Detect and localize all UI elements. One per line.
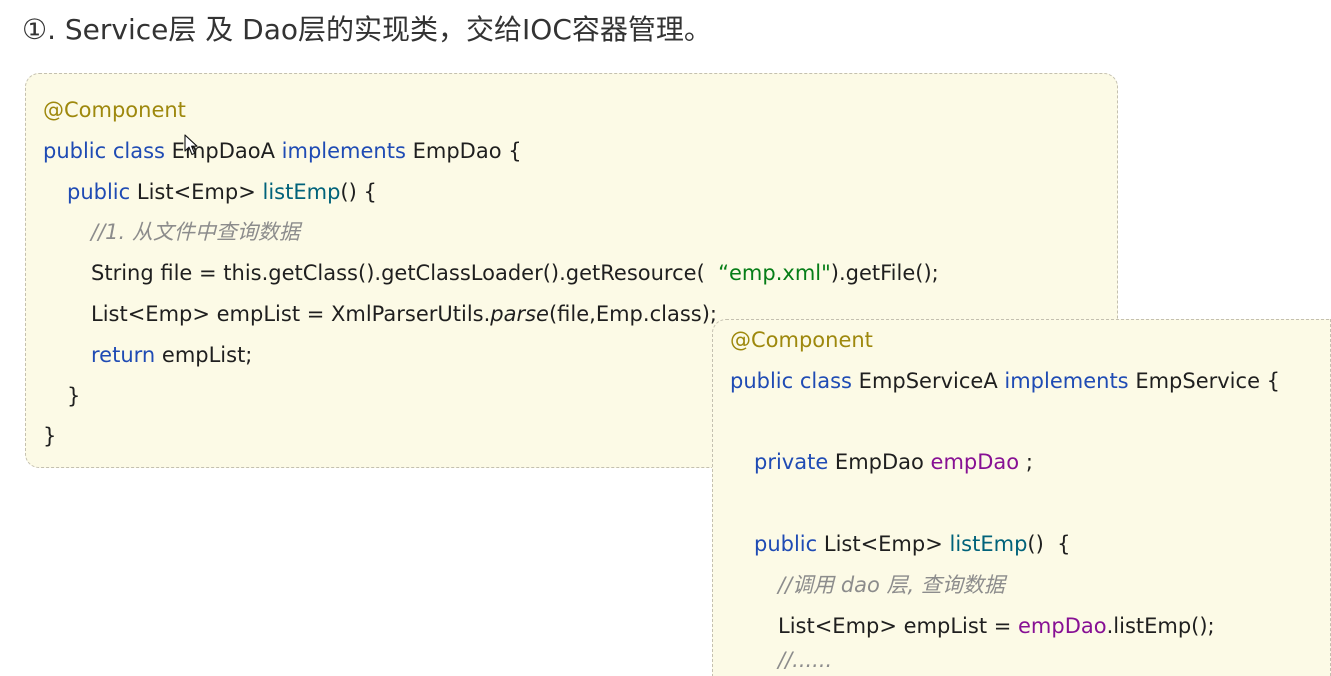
annotation-token: @Component bbox=[43, 98, 186, 122]
code-line: //1. 从文件中查询数据 bbox=[43, 212, 1117, 253]
static-method-token: parse bbox=[490, 301, 549, 326]
field-token: empDao bbox=[1018, 613, 1107, 638]
interface-name-token: EmpDao { bbox=[405, 138, 522, 163]
code-line: List<Emp> empList = empDao .listEmp(); bbox=[730, 606, 1330, 647]
mouse-pointer-icon bbox=[184, 134, 198, 156]
keyword-token: implements bbox=[1004, 368, 1129, 393]
keyword-token: public class bbox=[730, 368, 852, 393]
code-line: public class EmpServiceA implements EmpS… bbox=[730, 361, 1330, 402]
method-name-token: listEmp bbox=[949, 531, 1028, 556]
string-literal-token: “emp.xml" bbox=[718, 261, 831, 286]
comment-token: //...... bbox=[778, 648, 833, 673]
code-line: private EmpDao empDao ; bbox=[730, 442, 1330, 483]
code-line: public List<Emp> listEmp () { bbox=[43, 172, 1117, 213]
comment-token: //调用 dao 层, 查询数据 bbox=[778, 572, 1005, 597]
code-text-token: (file,Emp.class); bbox=[548, 301, 717, 326]
code-line: @Component bbox=[43, 90, 1117, 131]
code-text-token: .listEmp(); bbox=[1106, 613, 1215, 638]
interface-name-token: EmpService { bbox=[1128, 368, 1281, 393]
type-token: EmpDao bbox=[828, 450, 931, 475]
code-line: //...... bbox=[730, 646, 1330, 674]
blank-code-line bbox=[730, 483, 1330, 524]
service-code-box: @Component public class EmpServiceA impl… bbox=[712, 319, 1331, 676]
type-token: List<Emp> bbox=[130, 179, 263, 204]
code-text-token: () { bbox=[340, 179, 377, 204]
slide-heading: ①. Service层 及 Dao层的实现类，交给IOC容器管理。 bbox=[22, 13, 712, 46]
code-line: public List<Emp> listEmp () { bbox=[730, 524, 1330, 565]
code-line: public class EmpDaoA implements EmpDao { bbox=[43, 131, 1117, 172]
code-text-token: ).getFile(); bbox=[830, 261, 939, 286]
keyword-token: public bbox=[67, 179, 131, 204]
annotation-token: @Component bbox=[730, 328, 873, 352]
code-line: String file = this.getClass().getClassLo… bbox=[43, 253, 1117, 294]
slide: ①. Service层 及 Dao层的实现类，交给IOC容器管理。 @Compo… bbox=[0, 0, 1331, 676]
brace-token: } bbox=[67, 383, 81, 408]
code-text-token: ; bbox=[1019, 450, 1033, 475]
code-line: @Component bbox=[730, 320, 1330, 361]
code-text-token: empList; bbox=[155, 342, 253, 367]
keyword-token: return bbox=[91, 342, 156, 367]
comment-token: //1. 从文件中查询数据 bbox=[91, 220, 300, 245]
code-line: //调用 dao 层, 查询数据 bbox=[730, 565, 1330, 606]
keyword-token: implements bbox=[281, 138, 406, 163]
code-text-token: List<Emp> empList = XmlParserUtils. bbox=[91, 301, 491, 326]
class-name-token: EmpServiceA bbox=[852, 368, 1005, 393]
brace-token: } bbox=[43, 424, 57, 449]
code-text-token: () { bbox=[1027, 531, 1071, 556]
keyword-token: public class bbox=[43, 138, 165, 163]
blank-code-line bbox=[730, 402, 1330, 443]
method-name-token: listEmp bbox=[262, 179, 341, 204]
code-text-token: String file = this.getClass().getClassLo… bbox=[91, 261, 719, 286]
type-token: List<Emp> bbox=[817, 531, 950, 556]
keyword-token: private bbox=[754, 450, 829, 475]
class-name-token: EmpDaoA bbox=[165, 138, 282, 163]
keyword-token: public bbox=[754, 531, 818, 556]
field-token: empDao bbox=[930, 450, 1020, 475]
code-text-token: List<Emp> empList = bbox=[778, 613, 1018, 638]
